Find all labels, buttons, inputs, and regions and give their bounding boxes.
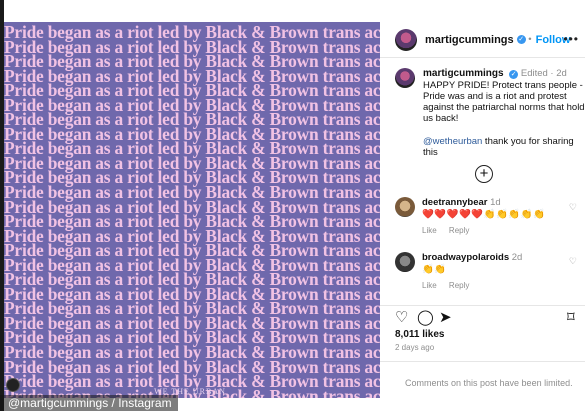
caption-meta: Edited · 2d (520, 68, 567, 79)
author-avatar[interactable] (395, 28, 417, 51)
comment: deetrannybear 1d ❤️❤️❤️❤️❤️👏👏👏👏👏 Like Re… (395, 197, 545, 237)
post-sidebar: martigcummings ✓ • Follow ••• martigcumm… (380, 22, 585, 398)
verified-badge-icon: ✓ (516, 35, 526, 44)
comment-text: 👏👏 (422, 264, 522, 276)
image-overlay-icon[interactable] (6, 378, 20, 392)
load-more-comments-icon[interactable]: + (475, 165, 493, 183)
more-dots-icon[interactable]: ••• (563, 32, 579, 46)
mention-link[interactable]: @wetheurban (423, 136, 482, 147)
comment-reply-button[interactable]: Reply (449, 226, 469, 235)
comment-bubble-icon[interactable]: ◯ (417, 309, 434, 327)
comment-emoji-hearts: ❤️❤️❤️❤️❤️ (422, 209, 484, 220)
top-whitespace (0, 0, 380, 22)
caption-avatar[interactable] (395, 68, 415, 88)
comment-like-button[interactable]: Like (422, 226, 437, 235)
comment-heart-icon[interactable]: ♡ (569, 256, 577, 267)
like-heart-icon[interactable]: ♡ (395, 309, 408, 327)
repeated-text-lines: Pride began as a riot led by Black & Bro… (0, 24, 380, 398)
left-edge-strip (0, 0, 4, 411)
divider (380, 305, 585, 306)
comment-emoji-clap: 👏👏 (422, 264, 447, 275)
commenter-avatar[interactable] (395, 252, 415, 272)
caption: martigcummings ✓ Edited · 2d HAPPY PRIDE… (395, 68, 585, 158)
dot-separator: • (525, 34, 532, 45)
post-actions: ♡ ◯ ➤ ⌑ (395, 309, 580, 327)
verified-badge-icon: ✓ (509, 70, 519, 79)
commenter-username[interactable]: broadwaypolaroids (422, 252, 509, 263)
caption-username[interactable]: martigcummings (423, 68, 504, 79)
comment: broadwaypolaroids 2d 👏👏 Like Reply (395, 252, 522, 292)
caption-text: HAPPY PRIDE! Protect trans people - Prid… (423, 80, 585, 124)
comment-time: 1d (490, 197, 501, 208)
comments-limited-notice: Comments on this post have been limited. (405, 378, 573, 388)
divider (380, 361, 585, 362)
commenter-username[interactable]: deetrannybear (422, 197, 487, 208)
save-bookmark-icon[interactable]: ⌑ (567, 309, 575, 327)
photo-credit: @martigcummings / Instagram (0, 395, 178, 411)
post-header: martigcummings ✓ • Follow ••• (380, 22, 585, 58)
post-image[interactable]: Pride began as a riot led by Black & Bro… (0, 22, 380, 398)
share-send-icon[interactable]: ➤ (439, 309, 452, 327)
likes-count[interactable]: 8,011 likes (395, 329, 445, 340)
author-username[interactable]: martigcummings (425, 34, 514, 46)
comment-like-button[interactable]: Like (422, 281, 437, 290)
comment-time: 2d (511, 252, 523, 263)
instagram-post-screenshot: Pride began as a riot led by Black & Bro… (0, 0, 585, 411)
comment-reply-button[interactable]: Reply (449, 281, 469, 290)
comment-heart-icon[interactable]: ♡ (569, 202, 577, 213)
caption-thanks: @wetheurban thank you for sharing this (423, 136, 585, 158)
post-age: 2 days ago (395, 343, 435, 352)
comment-text: ❤️❤️❤️❤️❤️👏👏👏👏👏 (422, 209, 545, 221)
comment-emoji-clap: 👏👏👏👏👏 (483, 209, 546, 220)
commenter-avatar[interactable] (395, 197, 415, 217)
